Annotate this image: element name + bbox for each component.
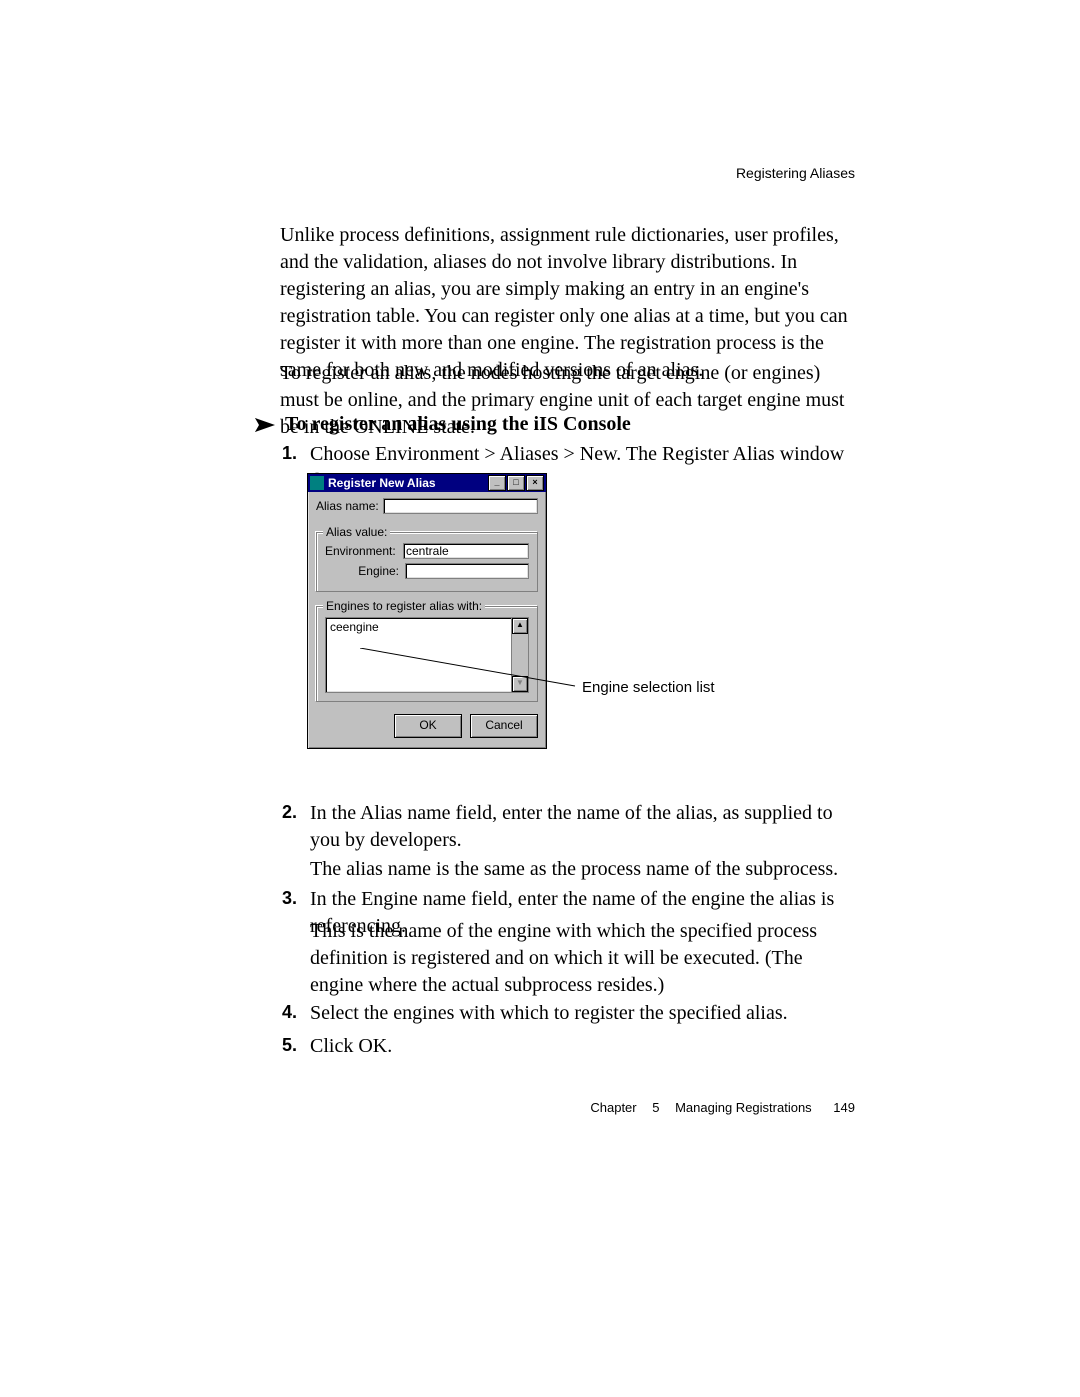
app-icon [310, 476, 324, 490]
step-number: 1. [282, 441, 297, 465]
environment-label: Environment: [325, 544, 399, 558]
close-button[interactable]: × [526, 475, 544, 491]
engines-register-legend: Engines to register alias with: [323, 599, 485, 613]
minimize-button[interactable]: _ [488, 475, 506, 491]
dialog-titlebar: Register New Alias _ □ × [308, 474, 546, 492]
step-4: 4. Select the engines with which to regi… [282, 1000, 850, 1027]
environment-input[interactable]: centrale [403, 543, 529, 559]
step-number: 4. [282, 1000, 297, 1024]
step-text: Select the engines with which to registe… [310, 1000, 850, 1027]
callout-label: Engine selection list [582, 679, 715, 696]
step-text: Click OK. [310, 1033, 850, 1060]
running-header: Registering Aliases [736, 165, 855, 181]
alias-name-label: Alias name: [316, 499, 379, 513]
step-2-note: The alias name is the same as the proces… [310, 856, 850, 883]
step-5: 5. Click OK. [282, 1033, 850, 1060]
step-2: 2. In the Alias name field, enter the na… [282, 800, 850, 854]
step-3-note: This is the name of the engine with whic… [310, 918, 850, 999]
footer-chapter-title: Managing Registrations [675, 1100, 812, 1115]
list-item[interactable]: ceengine [330, 620, 379, 634]
cancel-button[interactable]: Cancel [470, 714, 538, 738]
engines-listbox[interactable]: ceengine ▲ ▼ [325, 617, 529, 693]
alias-value-legend: Alias value: [323, 525, 390, 539]
step-number: 3. [282, 886, 297, 910]
engine-input[interactable] [405, 563, 529, 579]
arrow-right-icon [255, 418, 275, 432]
step-number: 2. [282, 800, 297, 824]
footer-page-number: 149 [833, 1100, 855, 1115]
procedure-heading-text: To register an alias using the iIS Conso… [285, 413, 631, 436]
scrollbar[interactable]: ▲ ▼ [511, 618, 528, 692]
dialog-title: Register New Alias [328, 476, 436, 490]
scroll-down-button[interactable]: ▼ [512, 676, 528, 692]
engine-label: Engine: [325, 564, 401, 578]
step-text: In the Alias name field, enter the name … [310, 800, 850, 854]
engines-register-group: Engines to register alias with: ceengine… [316, 606, 538, 702]
register-alias-dialog: Register New Alias _ □ × Alias name: Ali… [307, 473, 547, 749]
procedure-heading: To register an alias using the iIS Conso… [255, 413, 631, 436]
alias-name-input[interactable] [383, 498, 538, 514]
footer-chapter-label: Chapter [590, 1100, 636, 1115]
alias-value-group: Alias value: Environment: centrale Engin… [316, 532, 538, 592]
document-page: Registering Aliases Unlike process defin… [0, 0, 1080, 1397]
page-footer: Chapter 5 Managing Registrations 149 [590, 1100, 855, 1115]
ok-button[interactable]: OK [394, 714, 462, 738]
footer-chapter-number: 5 [652, 1100, 659, 1115]
step-number: 5. [282, 1033, 297, 1057]
maximize-button[interactable]: □ [507, 475, 525, 491]
scroll-up-button[interactable]: ▲ [512, 618, 528, 634]
